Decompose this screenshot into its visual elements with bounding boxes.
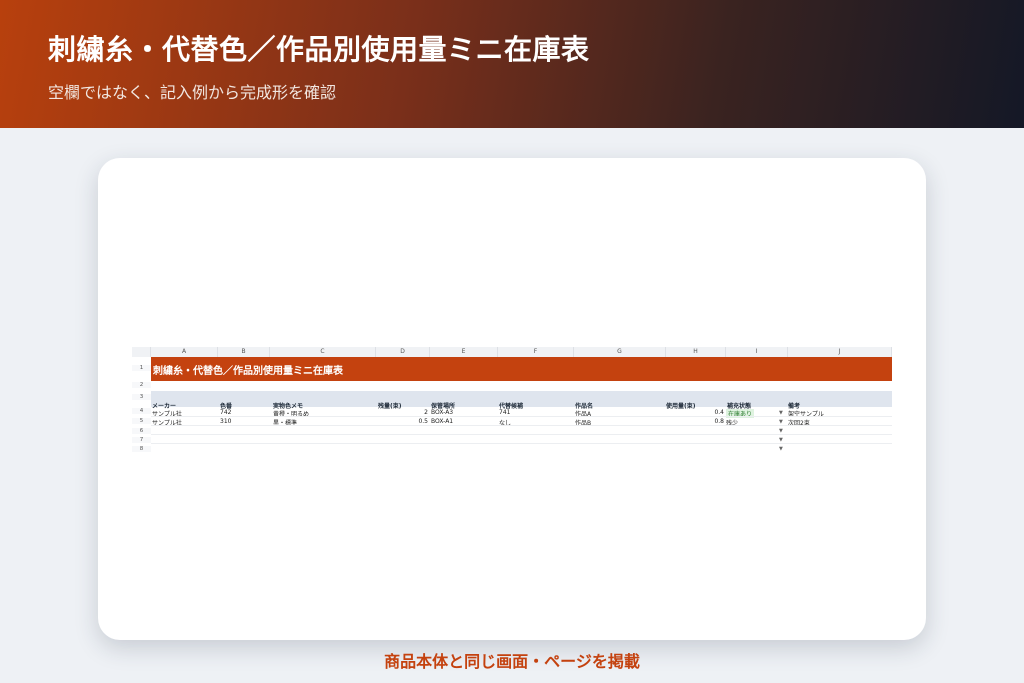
dropdown-arrow-icon[interactable]: ▼ (779, 437, 783, 443)
hero-title: 刺繍糸・代替色／作品別使用量ミニ在庫表 (48, 33, 590, 66)
col-header-j[interactable]: J (788, 347, 892, 357)
row-header-6[interactable]: 6 (132, 428, 151, 434)
r5-remaining[interactable]: 0.5 (376, 418, 428, 425)
r4-usage[interactable]: 0.4 (666, 409, 724, 416)
col-header-b[interactable]: B (218, 347, 270, 357)
col-header-h[interactable]: H (666, 347, 726, 357)
r4-remaining[interactable]: 2 (376, 409, 428, 416)
r4-substitute[interactable]: 741 (499, 409, 510, 416)
dropdown-arrow-icon[interactable]: ▼ (779, 446, 783, 452)
row-divider (151, 434, 892, 435)
hero-banner: 刺繍糸・代替色／作品別使用量ミニ在庫表 空欄ではなく、記入例から完成形を確認 (0, 0, 1024, 128)
spreadsheet[interactable]: A B C D E F G H I J 1 2 3 4 5 6 7 8 刺繍糸・… (132, 347, 892, 455)
row-header-7[interactable]: 7 (132, 437, 151, 443)
col-header-e[interactable]: E (430, 347, 498, 357)
col-header-c[interactable]: C (270, 347, 376, 357)
col-header-a[interactable]: A (151, 347, 218, 357)
dropdown-arrow-icon[interactable]: ▼ (779, 428, 783, 434)
row-header-3[interactable]: 3 (132, 394, 151, 400)
row-header-8[interactable]: 8 (132, 446, 151, 452)
r5-usage[interactable]: 0.8 (666, 418, 724, 425)
col-header-g[interactable]: G (574, 347, 666, 357)
hero-subtitle: 空欄ではなく、記入例から完成形を確認 (48, 83, 337, 102)
sheet-title-cell[interactable]: 刺繍糸・代替色／作品別使用量ミニ在庫表 (151, 357, 892, 381)
r4-storage[interactable]: BOX-A3 (431, 409, 453, 416)
dropdown-arrow-icon[interactable]: ▼ (779, 419, 783, 425)
col-header-d[interactable]: D (376, 347, 430, 357)
column-header-bar: A B C D E F G H I J (132, 347, 892, 357)
dropdown-arrow-icon[interactable]: ▼ (779, 410, 783, 416)
col-header-f[interactable]: F (498, 347, 574, 357)
col-header-i[interactable]: I (726, 347, 788, 357)
r4-color-no[interactable]: 742 (220, 409, 231, 416)
row-divider (151, 425, 892, 426)
row-divider (151, 416, 892, 417)
row-header-5[interactable]: 5 (132, 418, 151, 424)
r5-storage[interactable]: BOX-A1 (431, 418, 453, 425)
r5-color-no[interactable]: 310 (220, 418, 231, 425)
footer-caption: 商品本体と同じ画面・ページを掲載 (384, 652, 640, 671)
row-divider (151, 443, 892, 444)
row-header-2[interactable]: 2 (132, 382, 151, 388)
row-header-4[interactable]: 4 (132, 408, 151, 414)
row-header-1[interactable]: 1 (132, 365, 151, 371)
corner-cell[interactable] (132, 347, 151, 357)
